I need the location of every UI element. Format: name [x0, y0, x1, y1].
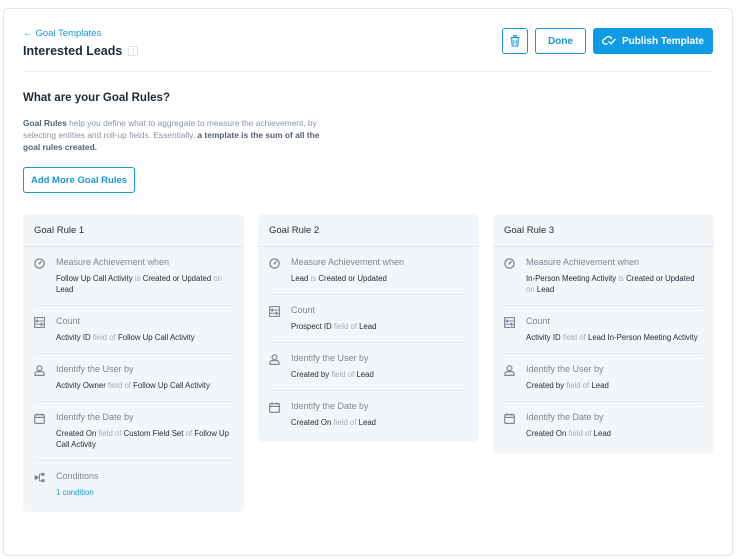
desc-bold-goal-rules: Goal Rules: [23, 118, 67, 128]
count-value: Prospect ID field of Lead: [291, 322, 377, 331]
back-link-label: Goal Templates: [35, 28, 102, 39]
template-title: Interested Leads: [23, 44, 123, 58]
goal-template-page: ← Goal Templates Interested Leads Done P…: [3, 8, 733, 556]
measure-label: Measure Achievement when: [291, 257, 405, 267]
identify-user-item: Identify the User by Activity Owner fiel…: [34, 354, 233, 402]
cloud-check-icon: [601, 36, 616, 45]
conditions-link[interactable]: 1 condition: [56, 487, 233, 498]
edit-title-icon[interactable]: [128, 46, 139, 56]
calendar-icon: [504, 413, 515, 424]
date-label: Identify the Date by: [56, 412, 134, 422]
user-value: Created by field of Lead: [526, 381, 609, 390]
delete-button[interactable]: [501, 28, 528, 54]
measure-value: Follow Up Call Activity is Created or Up…: [56, 274, 223, 294]
header-divider: [23, 71, 713, 72]
count-item: Count Activity ID field of Lead In-Perso…: [504, 306, 703, 354]
user-icon: [269, 354, 280, 365]
measure-label: Measure Achievement when: [526, 257, 640, 267]
calendar-icon: [269, 402, 280, 413]
gauge-icon: [34, 258, 45, 269]
back-to-goal-templates-link[interactable]: ← Goal Templates: [23, 28, 101, 39]
measure-achievement-item: Measure Achievement when Follow Up Call …: [34, 247, 233, 306]
arrow-left-icon: ←: [23, 28, 33, 39]
goal-rule-card[interactable]: Goal Rule 3 Measure Achievement when In-…: [493, 214, 714, 453]
measure-achievement-item: Measure Achievement when Lead is Created…: [269, 247, 468, 295]
gauge-icon: [504, 258, 515, 269]
date-label: Identify the Date by: [526, 412, 604, 422]
abacus-icon: [269, 306, 280, 317]
done-button[interactable]: Done: [534, 28, 586, 54]
count-item: Count Activity ID field of Follow Up Cal…: [34, 306, 233, 354]
goal-rule-card[interactable]: Goal Rule 2 Measure Achievement when Lea…: [258, 214, 479, 442]
user-label: Identify the User by: [56, 364, 134, 374]
conditions-item: Conditions 1 condition: [34, 461, 233, 508]
identify-user-item: Identify the User by Created by field of…: [269, 343, 468, 391]
date-label: Identify the Date by: [291, 401, 369, 411]
publish-label: Publish Template: [621, 35, 704, 47]
date-value: Created On field of Lead: [291, 418, 376, 427]
conditions-label: Conditions: [56, 471, 99, 481]
goal-rule-title: Goal Rule 2: [258, 214, 479, 247]
count-label: Count: [291, 305, 316, 315]
count-label: Count: [526, 316, 551, 326]
abacus-icon: [34, 317, 45, 328]
identify-date-item: Identify the Date by Created On field of…: [34, 402, 233, 461]
user-value: Created by field of Lead: [291, 370, 374, 379]
count-value: Activity ID field of Lead In-Person Meet…: [526, 333, 698, 342]
user-label: Identify the User by: [526, 364, 604, 374]
goal-rule-card[interactable]: Goal Rule 1 Measure Achievement when Fol…: [23, 214, 244, 512]
header-actions: Done Publish Template: [501, 28, 713, 54]
goal-rule-title: Goal Rule 1: [23, 214, 244, 247]
section-description: Goal Rules help you define what to aggre…: [23, 117, 323, 154]
goal-rule-title: Goal Rule 3: [493, 214, 714, 247]
date-value: Created On field of Lead: [526, 429, 611, 438]
date-value: Created On field of Custom Field Set of …: [56, 429, 229, 449]
measure-value: In-Person Meeting Activity is Created or…: [526, 274, 695, 294]
count-item: Count Prospect ID field of Lead: [269, 295, 468, 343]
identify-user-item: Identify the User by Created by field of…: [504, 354, 703, 402]
add-more-goal-rules-button[interactable]: Add More Goal Rules: [23, 167, 135, 193]
measure-value: Lead is Created or Updated: [291, 274, 387, 283]
count-label: Count: [56, 316, 81, 326]
calendar-icon: [34, 413, 45, 424]
identify-date-item: Identify the Date by Created On field of…: [504, 402, 703, 449]
user-value: Activity Owner field of Follow Up Call A…: [56, 381, 210, 390]
conditions-flow-icon: [34, 472, 45, 483]
goal-rules-list: Goal Rule 1 Measure Achievement when Fol…: [23, 214, 714, 512]
section-heading: What are your Goal Rules?: [23, 92, 170, 104]
user-label: Identify the User by: [291, 353, 369, 363]
measure-label: Measure Achievement when: [56, 257, 170, 267]
abacus-icon: [504, 317, 515, 328]
measure-achievement-item: Measure Achievement when In-Person Meeti…: [504, 247, 703, 306]
gauge-icon: [269, 258, 280, 269]
trash-icon: [510, 35, 520, 47]
identify-date-item: Identify the Date by Created On field of…: [269, 391, 468, 438]
publish-template-button[interactable]: Publish Template: [592, 28, 713, 54]
user-icon: [504, 365, 515, 376]
count-value: Activity ID field of Follow Up Call Acti…: [56, 333, 195, 342]
user-icon: [34, 365, 45, 376]
title-row: Interested Leads: [23, 44, 139, 58]
